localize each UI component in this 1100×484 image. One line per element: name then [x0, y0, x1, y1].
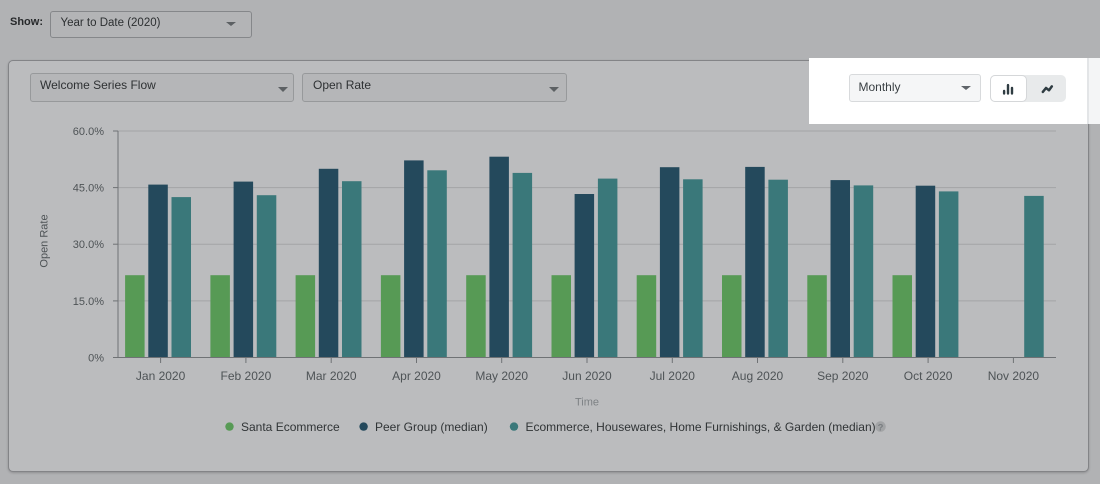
svg-text:Feb 2020: Feb 2020 — [221, 369, 272, 383]
svg-text:Mar 2020: Mar 2020 — [306, 369, 357, 383]
svg-text:Peer Group (median): Peer Group (median) — [375, 420, 488, 434]
svg-text:60.0%: 60.0% — [73, 126, 104, 138]
svg-text:Santa Ecommerce: Santa Ecommerce — [241, 420, 340, 434]
svg-text:Sep 2020: Sep 2020 — [817, 369, 869, 383]
svg-text:Aug 2020: Aug 2020 — [732, 369, 784, 383]
svg-text:Nov 2020: Nov 2020 — [988, 369, 1040, 383]
svg-text:0%: 0% — [88, 353, 104, 365]
svg-text:Time: Time — [575, 397, 599, 409]
svg-text:Jun 2020: Jun 2020 — [562, 369, 612, 383]
svg-text:?: ? — [878, 423, 884, 434]
svg-text:May 2020: May 2020 — [475, 369, 528, 383]
svg-text:Jul 2020: Jul 2020 — [650, 369, 696, 383]
svg-text:30.0%: 30.0% — [73, 239, 104, 251]
svg-text:Oct 2020: Oct 2020 — [904, 369, 953, 383]
svg-text:15.0%: 15.0% — [73, 296, 104, 308]
svg-text:Jan 2020: Jan 2020 — [136, 369, 186, 383]
svg-text:Open Rate: Open Rate — [39, 214, 51, 267]
svg-text:Ecommerce, Housewares, Home Fu: Ecommerce, Housewares, Home Furnishings,… — [526, 420, 876, 434]
svg-text:45.0%: 45.0% — [73, 183, 104, 195]
svg-text:Apr 2020: Apr 2020 — [392, 369, 441, 383]
